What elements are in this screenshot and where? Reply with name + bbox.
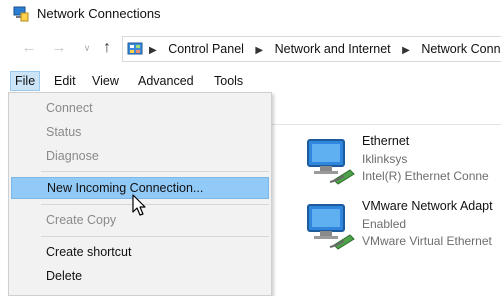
breadcrumb-chevron-icon[interactable]: ▶: [149, 45, 157, 56]
menu-separator: [41, 236, 269, 237]
breadcrumb-item[interactable]: Control Panel: [168, 42, 244, 56]
connection-status: Enabled: [362, 217, 407, 231]
menu-tools[interactable]: Tools: [210, 71, 247, 91]
breadcrumb-chevron-icon[interactable]: ▶: [255, 45, 263, 56]
network-adapter-icon: [307, 139, 355, 185]
network-adapter-icon: [307, 204, 355, 250]
menu-advanced[interactable]: Advanced: [134, 71, 198, 91]
connection-item-ethernet[interactable]: Ethernet Iklinksys Intel(R) Ethernet Con…: [300, 134, 501, 194]
menu-item-delete[interactable]: Delete: [9, 265, 271, 287]
menu-bar: File Edit View Advanced Tools: [0, 68, 501, 92]
menu-item-status[interactable]: Status: [9, 121, 271, 143]
recent-locations-chevron-icon[interactable]: ∨: [78, 39, 96, 57]
title-bar: Network Connections: [0, 0, 501, 30]
connection-device: VMware Virtual Ethernet: [362, 234, 492, 248]
navigation-bar: ← → ∨ ↑ ▶ Control Panel ▶ Network and In…: [0, 30, 501, 68]
breadcrumb-chevron-icon[interactable]: ▶: [402, 45, 410, 56]
up-arrow-icon[interactable]: ↑: [98, 39, 116, 57]
column-header-divider: [270, 124, 501, 125]
menu-view[interactable]: View: [88, 71, 123, 91]
network-connections-icon: [13, 6, 29, 22]
breadcrumb-item[interactable]: Network Conn: [421, 42, 500, 56]
connection-device: Intel(R) Ethernet Conne: [362, 169, 489, 183]
control-panel-icon: [127, 42, 143, 55]
forward-arrow-icon[interactable]: →: [50, 39, 68, 57]
menu-edit[interactable]: Edit: [50, 71, 80, 91]
address-bar[interactable]: ▶ Control Panel ▶ Network and Internet ▶…: [122, 36, 501, 62]
back-arrow-icon[interactable]: ←: [20, 39, 38, 57]
breadcrumb: ▶ Control Panel ▶ Network and Internet ▶…: [149, 42, 501, 56]
window-title: Network Connections: [37, 6, 161, 21]
connection-status: Iklinksys: [362, 152, 408, 166]
menu-file[interactable]: File: [10, 71, 41, 91]
menu-item-connect[interactable]: Connect: [9, 97, 271, 119]
breadcrumb-item[interactable]: Network and Internet: [275, 42, 391, 56]
connection-item-vmware[interactable]: VMware Network Adapt Enabled VMware Virt…: [300, 199, 501, 259]
connection-name: VMware Network Adapt: [362, 199, 493, 213]
menu-separator: [41, 204, 269, 205]
menu-separator: [41, 171, 269, 172]
menu-item-diagnose[interactable]: Diagnose: [9, 145, 271, 167]
menu-item-create-shortcut[interactable]: Create shortcut: [9, 241, 271, 263]
mouse-cursor-icon: [132, 194, 146, 216]
connection-name: Ethernet: [362, 134, 410, 148]
